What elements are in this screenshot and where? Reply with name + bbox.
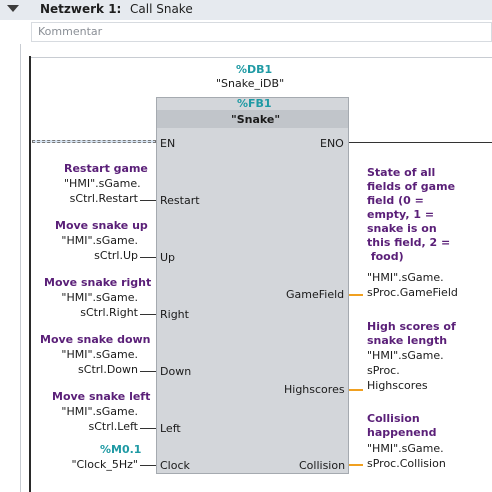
fb-name[interactable]: "Snake" [231,113,280,126]
gamefield-wire [349,294,363,296]
operand-line: "HMI".sGame. [61,234,138,247]
operand-line: sCtrl.Left [88,420,139,433]
network-name[interactable]: Call Snake [130,2,193,16]
highscores-wire [349,389,363,391]
operand-highscores[interactable]: "HMI".sGame. sProc. Highscores [367,348,444,393]
comment-down: Move snake down [40,333,151,346]
pin-gamefield[interactable]: GameField [286,288,344,301]
instance-db-name[interactable]: "Snake_iDB" [216,77,284,90]
comment-line: field (0 = [367,194,424,207]
operand-left[interactable]: "HMI".sGame. sCtrl.Left [54,404,138,434]
comment-highscores: High scores of snake length [367,320,456,348]
operand-line: sCtrl.Down [78,363,138,376]
operand-gamefield[interactable]: "HMI".sGame. sProc.GameField [367,270,458,300]
pin-right[interactable]: Right [160,308,189,321]
comment-line: fields of game [367,180,456,193]
power-rail [29,56,31,492]
restart-wire [140,200,156,201]
comment-up: Move snake up [55,219,148,232]
operand-line: "Clock_5Hz" [71,458,138,471]
pin-left[interactable]: Left [160,422,181,435]
function-block-box[interactable] [156,97,349,474]
comment-line: food) [367,250,404,263]
network-comment-field[interactable]: Kommentar [31,22,492,42]
operand-restart[interactable]: "HMI".sGame. sCtrl.Restart [64,176,141,206]
divider-line [31,57,492,58]
pin-down[interactable]: Down [160,365,191,378]
down-wire [140,371,156,372]
gutter-line [20,44,21,492]
pin-restart[interactable]: Restart [160,194,200,207]
fb-address: %FB1 [237,97,272,110]
pin-en[interactable]: EN [160,137,175,150]
pin-up[interactable]: Up [160,251,175,264]
operand-line: Highscores [367,379,428,392]
collision-wire [349,464,363,466]
operand-line: sProc.Collision [367,457,446,470]
operand-collision[interactable]: "HMI".sGame. sProc.Collision [367,441,446,471]
comment-line: State of all [367,166,436,179]
operand-up[interactable]: "HMI".sGame. sCtrl.Up [54,233,138,263]
comment-line: this field, 2 = [367,236,451,249]
operand-line: "HMI".sGame. [367,349,444,362]
clock-address: %M0.1 [100,443,142,456]
operand-line: "HMI".sGame. [61,291,138,304]
left-wire [140,428,156,429]
comment-line: empty, 1 = [367,208,435,221]
operand-line: "HMI".sGame. [367,271,444,284]
operand-line: sCtrl.Restart [69,192,138,205]
pin-clock[interactable]: Clock [160,459,190,472]
comment-line: snake is on [367,222,437,235]
pin-collision[interactable]: Collision [299,459,345,472]
comment-restart: Restart game [64,162,148,175]
operand-line: "HMI".sGame. [61,348,138,361]
operand-line: "HMI".sGame. [64,177,141,190]
operand-line: sProc.GameField [367,286,458,299]
comment-line: High scores of [367,320,456,333]
comment-collision: Collision happenend [367,412,436,440]
network-title: Netzwerk 1: [40,2,122,16]
right-wire [140,314,156,315]
operand-line: "HMI".sGame. [367,442,444,455]
operand-line: "HMI".sGame. [61,405,138,418]
pin-highscores[interactable]: Highscores [284,383,345,396]
eno-wire [349,142,492,143]
en-wire-selected[interactable] [32,140,156,143]
operand-line: sProc. [367,364,400,377]
comment-line: Collision [367,412,420,425]
comment-right: Move snake right [44,276,152,289]
comment-line: snake length [367,334,448,347]
pin-eno[interactable]: ENO [320,137,344,150]
comment-left: Move snake left [52,390,151,403]
up-wire [140,257,156,258]
operand-right[interactable]: "HMI".sGame. sCtrl.Right [54,290,138,320]
clock-wire [140,465,156,466]
collapse-triangle-icon[interactable] [7,5,19,12]
comment-gamefield: State of all fields of game field (0 = e… [367,166,455,264]
comment-line: happenend [367,426,437,439]
operand-line: sCtrl.Right [80,306,138,319]
operand-line: sCtrl.Up [94,249,138,262]
operand-down[interactable]: "HMI".sGame. sCtrl.Down [54,347,138,377]
operand-clock[interactable]: "Clock_5Hz" [54,457,138,472]
instance-db-address: %DB1 [236,63,273,76]
